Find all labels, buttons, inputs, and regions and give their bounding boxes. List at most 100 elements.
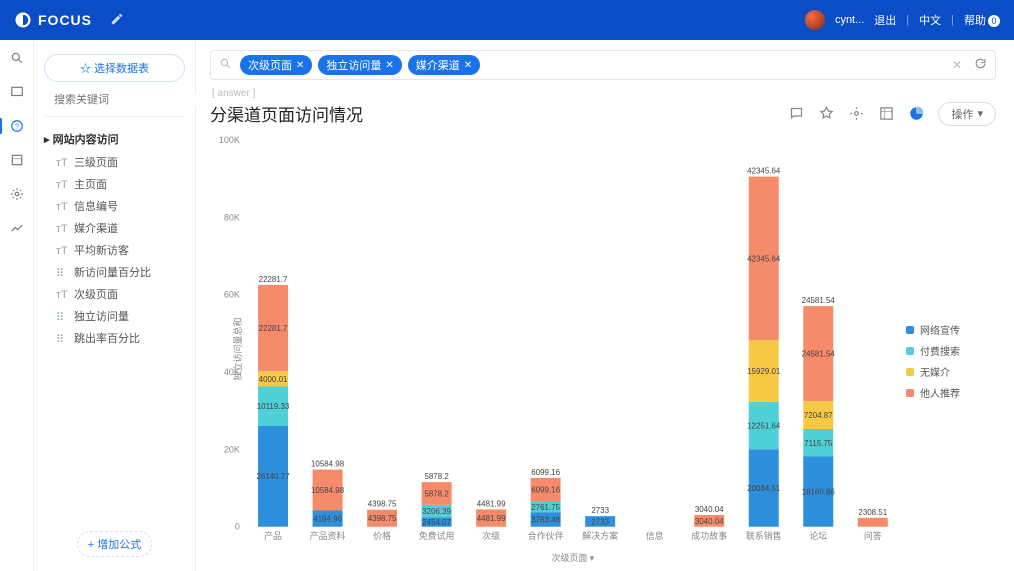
comment-icon[interactable]	[788, 106, 804, 122]
field-type-icon: тT	[56, 223, 68, 233]
svg-text:7115.75: 7115.75	[804, 439, 833, 448]
field-type-icon: тT	[56, 245, 68, 255]
svg-text:产品: 产品	[264, 530, 282, 541]
tree-item-label: 媒介渠道	[74, 220, 118, 236]
pie-chart-icon[interactable]	[908, 106, 924, 122]
query-bar[interactable]: 次级页面✕ 独立访问量✕ 媒介渠道 ✕ ✕	[210, 50, 996, 80]
clear-icon[interactable]: ✕	[948, 58, 966, 72]
tree-item-label: 平均新访客	[74, 242, 129, 258]
field-type-icon: ⠿	[56, 267, 68, 277]
search-icon[interactable]	[9, 50, 25, 66]
svg-text:5878.2: 5878.2	[424, 489, 449, 498]
brand-logo[interactable]: FOCUS	[14, 11, 92, 29]
y-axis-title: 独立访问量总和	[231, 317, 244, 380]
chip-remove-icon[interactable]: ✕	[296, 60, 304, 71]
svg-text:42345.64: 42345.64	[747, 254, 781, 263]
sidebar-search[interactable]	[44, 82, 185, 117]
field-type-icon: ⠿	[56, 311, 68, 321]
svg-text:12251.64: 12251.64	[747, 422, 781, 431]
svg-text:4194.96: 4194.96	[313, 515, 342, 524]
question-icon[interactable]: ?	[9, 118, 25, 134]
svg-text:80K: 80K	[224, 212, 240, 222]
svg-text:4481.99: 4481.99	[477, 499, 506, 508]
tree-item-label: 三级页面	[74, 154, 118, 170]
tree-item[interactable]: тT 平均新访客	[44, 239, 185, 261]
svg-text:22281.7: 22281.7	[259, 324, 288, 333]
tree-item-label: 跳出率百分比	[74, 330, 140, 346]
refresh-icon[interactable]	[974, 57, 987, 73]
tree-item-label: 新访问量百分比	[74, 264, 151, 280]
svg-text:价格: 价格	[373, 530, 391, 541]
field-type-icon: тT	[56, 289, 68, 299]
data-icon[interactable]	[9, 152, 25, 168]
svg-text:4000.01: 4000.01	[259, 375, 288, 384]
query-chip[interactable]: 媒介渠道 ✕	[408, 55, 480, 75]
query-chip[interactable]: 次级页面✕	[240, 55, 312, 75]
svg-text:24581.54: 24581.54	[802, 296, 836, 305]
table-icon[interactable]	[878, 106, 894, 122]
main: 次级页面✕独立访问量✕媒介渠道✕ ✕ [ answer ] 分渠道页面访问情况 …	[196, 40, 1014, 571]
search-icon	[219, 57, 232, 73]
svg-text:2308.51: 2308.51	[858, 508, 887, 517]
legend-item[interactable]: 付费搜索	[906, 343, 996, 358]
edit-icon[interactable]	[110, 12, 124, 29]
tree-item[interactable]: ⠿跳出率百分比	[44, 327, 185, 349]
avatar[interactable]	[805, 10, 825, 30]
legend-item[interactable]: 网络宣传	[906, 322, 996, 337]
help-link[interactable]: 帮助0	[964, 12, 1000, 28]
svg-text:6099.16: 6099.16	[531, 486, 560, 495]
svg-text:次级: 次级	[482, 530, 500, 541]
svg-text:10584.98: 10584.98	[311, 460, 345, 469]
legend-label: 网络宣传	[920, 322, 960, 337]
lang-link[interactable]: 中文	[919, 12, 941, 28]
focus-logo-icon	[14, 11, 32, 29]
svg-text:成功故事: 成功故事	[691, 530, 727, 541]
logout-link[interactable]: 退出	[874, 12, 896, 28]
chart-icon[interactable]	[9, 220, 25, 236]
svg-text:论坛: 论坛	[809, 530, 827, 541]
legend-swatch	[906, 326, 914, 334]
ops-button[interactable]: 操作 ▾	[938, 102, 996, 126]
tree-item[interactable]: ⠿ 独立访问量	[44, 305, 185, 327]
chip-label: 媒介渠道	[416, 57, 460, 73]
tree-item[interactable]: ⠿ 新访问量百分比	[44, 261, 185, 283]
sidebar-search-input[interactable]	[54, 94, 196, 106]
add-formula-button[interactable]: + 增加公式	[77, 531, 152, 557]
gear-icon[interactable]	[848, 106, 864, 122]
field-type-icon: тT	[56, 201, 68, 211]
board-icon[interactable]	[9, 84, 25, 100]
tree-root[interactable]: ▸ 网站内容访问	[44, 127, 185, 151]
header-right: cynt... 退出 | 中文 | 帮助0	[805, 10, 1000, 30]
svg-text:联系销售: 联系销售	[746, 530, 782, 541]
username[interactable]: cynt...	[835, 14, 864, 26]
tree-item[interactable]: тT次级页面	[44, 283, 185, 305]
legend-item[interactable]: 他人推荐	[906, 385, 996, 400]
tree-item[interactable]: тT 媒介渠道	[44, 217, 185, 239]
legend-item[interactable]: 无媒介	[906, 364, 996, 379]
legend-swatch	[906, 368, 914, 376]
field-type-icon: тT	[56, 179, 68, 189]
svg-text:24581.54: 24581.54	[802, 350, 836, 359]
svg-text:合作伙伴: 合作伙伴	[528, 530, 564, 541]
chip-remove-icon[interactable]: ✕	[464, 60, 472, 71]
chip-remove-icon[interactable]: ✕	[385, 60, 393, 71]
tree-item-label: 独立访问量	[74, 308, 129, 324]
field-tree: ▸ 网站内容访问 тT三级页面тT主页面тT信息编号тT媒介渠道тT平均新访客⠿…	[44, 127, 185, 349]
sidebar: ☆ 选择数据表 ▸ 网站内容访问 тT三级页面тT主页面тT信息编号тT媒介渠道…	[34, 40, 196, 571]
svg-text:?: ?	[15, 123, 19, 130]
tree-item[interactable]: тT 主页面	[44, 173, 185, 195]
tree-item[interactable]: тT三级页面	[44, 151, 185, 173]
choose-table-button[interactable]: ☆ 选择数据表	[44, 54, 185, 82]
tree-item-label: 主页面	[74, 176, 107, 192]
toolbar: 操作 ▾	[788, 102, 996, 126]
legend: 网络宣传付费搜索无媒介他人推荐	[906, 132, 996, 565]
svg-text:解决方案: 解决方案	[582, 530, 618, 541]
bar-chart[interactable]: 020K40K60K80K100K26140.7710119.334000.01…	[210, 132, 906, 565]
pin-icon[interactable]	[818, 106, 834, 122]
svg-text:3040.04: 3040.04	[695, 505, 724, 514]
gear-icon[interactable]	[9, 186, 25, 202]
tree-item[interactable]: тT信息编号	[44, 195, 185, 217]
svg-text:2733: 2733	[591, 506, 609, 515]
query-chip[interactable]: 独立访问量✕	[318, 55, 401, 75]
bar-segment[interactable]	[858, 518, 888, 527]
